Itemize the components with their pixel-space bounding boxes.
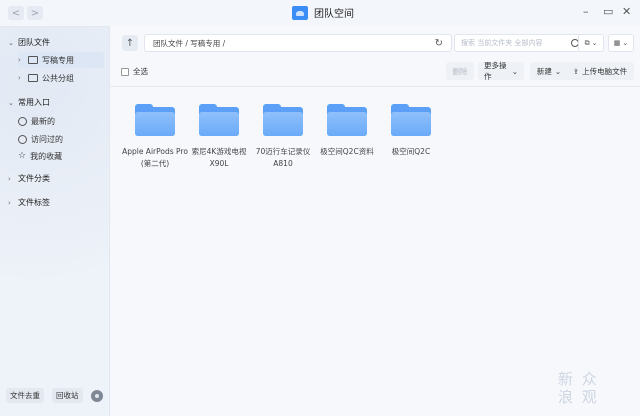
star-icon: ☆ bbox=[18, 151, 27, 161]
title-bar: < > 团队空间 – ▭ ✕ bbox=[0, 0, 640, 27]
folder-icon bbox=[199, 104, 239, 136]
chevron-down-icon: ⌄ bbox=[511, 66, 518, 76]
sidebar-item-label: 公共分组 bbox=[42, 73, 74, 83]
folder-item[interactable]: Apple AirPods Pro (第二代) bbox=[122, 104, 188, 170]
chevron-down-icon: ⌄ bbox=[8, 38, 14, 47]
sidebar-section-file-category[interactable]: › 文件分类 bbox=[8, 173, 50, 184]
new-label: 新建 bbox=[536, 66, 552, 76]
folder-name: 极空间Q2C资料 bbox=[320, 147, 374, 156]
chevron-down-icon: ⌄ bbox=[622, 39, 629, 47]
upload-icon: ⇪ bbox=[572, 66, 580, 76]
folder-name: 极空间Q2C bbox=[391, 147, 431, 156]
window-title: 团队空间 bbox=[292, 5, 354, 20]
chevron-down-icon: ⌄ bbox=[8, 98, 14, 107]
chevron-right-icon: › bbox=[18, 56, 21, 64]
sidebar-item-label: 访问过的 bbox=[31, 134, 63, 144]
sidebar-section-label: 常用入口 bbox=[18, 98, 50, 107]
sidebar: ⌄ 团队文件 › 写稿专用 › 公共分组 ⌄ 常用入口 最新的 访问过的 ☆ 我… bbox=[0, 26, 110, 416]
sidebar-item-label: 写稿专用 bbox=[42, 55, 74, 65]
new-button[interactable]: 新建 ⌄ bbox=[530, 62, 568, 80]
clock-icon bbox=[18, 116, 27, 126]
folder-icon bbox=[135, 104, 175, 136]
file-manager-window: < > 团队空间 – ▭ ✕ ⌄ 团队文件 › 写稿专用 › 公共分组 ⌄ 常用… bbox=[0, 0, 640, 416]
sidebar-item-label: 我的收藏 bbox=[30, 151, 63, 161]
filter-button[interactable]: ⧉ ⌄ bbox=[578, 34, 604, 52]
folder-item[interactable]: 70迈行车记录仪 A810 bbox=[251, 104, 315, 170]
back-button[interactable]: < bbox=[8, 6, 24, 20]
watermark-logo: 新 众 浪 观 bbox=[558, 370, 599, 406]
maximize-button[interactable]: ▭ bbox=[603, 5, 613, 18]
toolbar-divider bbox=[110, 86, 640, 87]
close-button[interactable]: ✕ bbox=[622, 5, 631, 18]
folder-item[interactable]: 极空间Q2C bbox=[379, 104, 443, 158]
sidebar-section-label: 文件标签 bbox=[18, 198, 50, 207]
chevron-right-icon: › bbox=[8, 174, 11, 183]
folder-name: 70迈行车记录仪 A810 bbox=[255, 147, 311, 168]
delete-label: 删除 bbox=[452, 66, 468, 76]
chevron-right-icon: › bbox=[18, 74, 21, 82]
folder-icon bbox=[28, 74, 38, 82]
chevron-down-icon: ⌄ bbox=[591, 39, 598, 47]
folder-icon bbox=[391, 104, 431, 136]
view-mode-button[interactable]: ▦ ⌄ bbox=[608, 34, 634, 52]
more-actions-button[interactable]: 更多操作 ⌄ bbox=[478, 61, 524, 81]
arrow-up-icon: ↑ bbox=[125, 37, 135, 49]
chevron-right-icon: > bbox=[30, 7, 40, 19]
sidebar-item-latest[interactable]: 最新的 bbox=[18, 113, 104, 129]
minimize-button[interactable]: – bbox=[583, 5, 589, 18]
forward-button[interactable]: > bbox=[27, 6, 43, 20]
grid-view-icon: ▦ bbox=[613, 39, 621, 47]
more-actions-label: 更多操作 bbox=[484, 61, 507, 81]
select-all-checkbox[interactable] bbox=[121, 67, 129, 76]
sidebar-section-team-files[interactable]: ⌄ 团队文件 bbox=[8, 37, 50, 48]
window-title-text: 团队空间 bbox=[314, 9, 354, 20]
up-level-button[interactable]: ↑ bbox=[122, 35, 138, 51]
folder-icon bbox=[327, 104, 367, 136]
sidebar-item-favorites[interactable]: ☆ 我的收藏 bbox=[18, 148, 104, 164]
folder-icon bbox=[263, 104, 303, 136]
select-all-label: 全选 bbox=[133, 67, 148, 76]
main-pane: ↑ 团队文件 / 写稿专用 / ↻ ⧉⌄ ▦⌄ 全选 删除 更多操作 ⌄ 新建 … bbox=[110, 26, 640, 416]
chevron-down-icon: ⌄ bbox=[554, 66, 562, 76]
sidebar-section-label: 文件分类 bbox=[18, 174, 50, 183]
upload-button[interactable]: ⇪ 上传电脑文件 bbox=[566, 62, 634, 80]
sidebar-item-public-group[interactable]: › 公共分组 bbox=[18, 70, 104, 86]
team-space-icon bbox=[292, 5, 308, 20]
folder-item[interactable]: 索尼4K游戏电视 X90L bbox=[187, 104, 251, 170]
recycle-bin-button[interactable]: 回收站 bbox=[52, 388, 83, 403]
filter-icon: ⧉ bbox=[584, 38, 590, 47]
sidebar-section-file-tags[interactable]: › 文件标签 bbox=[8, 197, 50, 208]
sidebar-section-label: 团队文件 bbox=[18, 38, 50, 47]
path-bar[interactable]: 团队文件 / 写稿专用 / ↻ bbox=[144, 34, 452, 52]
folder-name: Apple AirPods Pro (第二代) bbox=[122, 147, 188, 168]
folder-item[interactable]: 极空间Q2C资料 bbox=[315, 104, 379, 158]
search-input[interactable] bbox=[459, 38, 571, 48]
folder-name: 索尼4K游戏电视 X90L bbox=[191, 147, 247, 168]
refresh-icon[interactable]: ↻ bbox=[435, 38, 443, 49]
folder-icon bbox=[28, 56, 38, 64]
sidebar-item-visited[interactable]: 访问过的 bbox=[18, 131, 104, 147]
chevron-left-icon: < bbox=[11, 7, 21, 19]
dedup-button[interactable]: 文件去重 bbox=[6, 388, 44, 403]
sidebar-footer: 文件去重 回收站 bbox=[6, 388, 103, 403]
sidebar-item-label: 最新的 bbox=[31, 116, 55, 126]
upload-label: 上传电脑文件 bbox=[582, 66, 628, 76]
chevron-right-icon: › bbox=[8, 198, 11, 207]
sidebar-section-common[interactable]: ⌄ 常用入口 bbox=[8, 97, 50, 108]
breadcrumb[interactable]: 团队文件 / 写稿专用 / bbox=[153, 38, 225, 49]
history-icon bbox=[18, 134, 27, 144]
gear-icon[interactable] bbox=[90, 389, 103, 402]
search-box[interactable] bbox=[454, 34, 584, 52]
sidebar-item-writing[interactable]: › 写稿专用 bbox=[18, 52, 104, 68]
delete-button[interactable]: 删除 bbox=[446, 62, 474, 80]
select-all[interactable]: 全选 bbox=[121, 66, 148, 77]
